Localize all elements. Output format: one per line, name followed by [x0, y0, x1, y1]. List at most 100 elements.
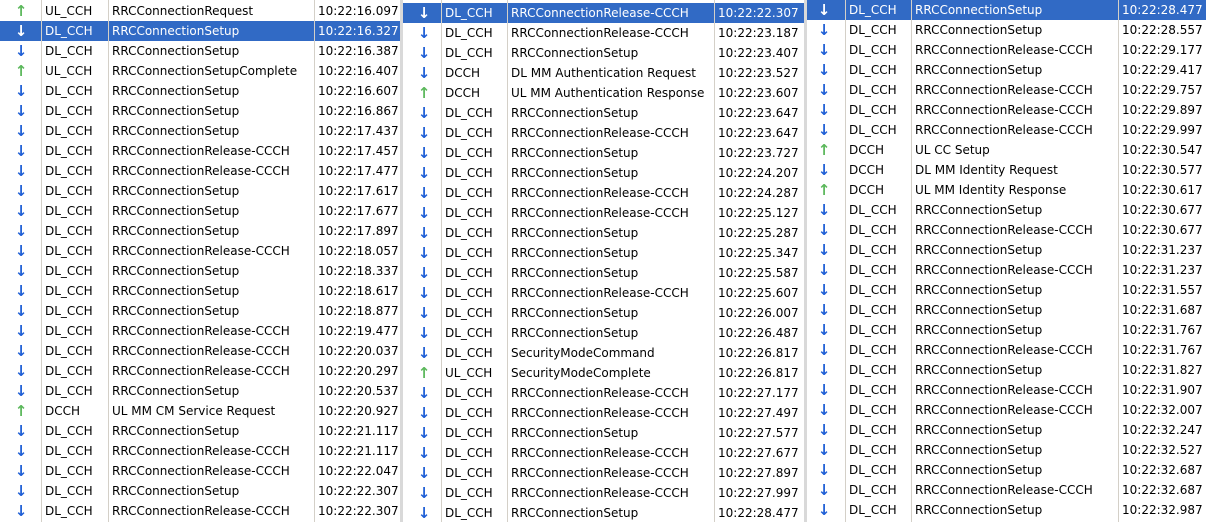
message-row[interactable]: ↓ DL_CCH RRCConnectionRelease-CCCH 10:22:27…	[403, 383, 804, 403]
message-row[interactable]: ↓ DL_CCH RRCConnectionSetup 10:22:29.417	[807, 60, 1206, 80]
message-row[interactable]: ↓ DL_CCH RRCConnectionSetup 10:22:17.897	[0, 221, 400, 241]
message-row[interactable]: ↓ DCCH DL MM Authentication Request 10:22:2…	[403, 63, 804, 83]
message-row[interactable]: ↑ UL_CCH RRCConnectionSetupComplete 10:22:1…	[0, 61, 400, 81]
message-row[interactable]: ↓ DL_CCH RRCConnectionRelease-CCCH 10:22:18…	[0, 241, 400, 261]
message-row[interactable]: ↓ DL_CCH RRCConnectionRelease-CCCH 10:22:20…	[0, 341, 400, 361]
message-row[interactable]: ↓ DL_CCH RRCConnectionSetup 10:22:25.587	[403, 263, 804, 283]
message-row[interactable]: ↓ DL_CCH RRCConnectionSetup 10:22:28.477	[403, 503, 804, 522]
message-row[interactable]: ↓ DL_CCH RRCConnectionRelease-CCCH 10:22:31…	[807, 380, 1206, 400]
message-row[interactable]: ↓ DL_CCH RRCConnectionSetup 10:22:26.487	[403, 323, 804, 343]
message-row[interactable]: ↑ DCCH UL MM Identity Response 10:22:30.617	[807, 180, 1206, 200]
message-row[interactable]: ↓ DL_CCH RRCConnectionSetup 10:22:17.617	[0, 181, 400, 201]
direction-icon-cell: ↓	[813, 40, 835, 60]
message-row[interactable]: ↓ DL_CCH RRCConnectionRelease-CCCH 10:22:17…	[0, 141, 400, 161]
message-row[interactable]: ↓ DL_CCH RRCConnectionRelease-CCCH 10:22:27…	[403, 403, 804, 423]
message-row[interactable]: ↓ DL_CCH RRCConnectionSetup 10:22:17.677	[0, 201, 400, 221]
direction-icon-cell: ↓	[813, 280, 835, 300]
message-row[interactable]: ↑ UL_CCH RRCConnectionRequest 10:22:16.097	[0, 1, 400, 21]
message-row[interactable]: ↑ DCCH UL CC Setup 10:22:30.547	[807, 140, 1206, 160]
message-row[interactable]: ↓ DL_CCH RRCConnectionRelease-CCCH 10:22:19…	[0, 321, 400, 341]
message-row[interactable]: ↑ DCCH UL MM CM Service Request 10:22:20.92…	[0, 401, 400, 421]
message-log-panel-2: ↓ DL_CCH RRCConnectionRelease-CCCH 10:22:22…	[403, 0, 804, 522]
message-cell: RRCConnectionSetup	[112, 484, 240, 498]
message-row[interactable]: ↓ DL_CCH RRCConnectionSetup 10:22:25.347	[403, 243, 804, 263]
message-row[interactable]: ↓ DL_CCH RRCConnectionRelease-CCCH 10:22:31…	[807, 260, 1206, 280]
message-row[interactable]: ↓ DL_CCH RRCConnectionSetup 10:22:31.557	[807, 280, 1206, 300]
message-row[interactable]: ↓ DL_CCH RRCConnectionRelease-CCCH 10:22:29…	[807, 100, 1206, 120]
message-row[interactable]: ↓ DL_CCH RRCConnectionSetup 10:22:24.207	[403, 163, 804, 183]
timestamp-cell: 10:22:23.187	[718, 26, 799, 40]
message-row[interactable]: ↓ DL_CCH RRCConnectionSetup 10:22:26.007	[403, 303, 804, 323]
message-row[interactable]: ↓ DL_CCH RRCConnectionRelease-CCCH 10:22:17…	[0, 161, 400, 181]
message-row[interactable]: ↓ DL_CCH RRCConnectionSetup 10:22:32.247	[807, 420, 1206, 440]
message-row[interactable]: ↓ DL_CCH RRCConnectionSetup 10:22:18.617	[0, 281, 400, 301]
message-row[interactable]: ↓ DL_CCH RRCConnectionSetup 10:22:16.387	[0, 41, 400, 61]
timestamp-cell: 10:22:27.997	[718, 486, 799, 500]
timestamp-cell: 10:22:16.867	[318, 104, 399, 118]
message-row[interactable]: ↓ DL_CCH RRCConnectionRelease-CCCH 10:22:29…	[807, 40, 1206, 60]
message-row[interactable]: ↓ DL_CCH RRCConnectionRelease-CCCH 10:22:27…	[403, 463, 804, 483]
message-row[interactable]: ↓ DL_CCH RRCConnectionRelease-CCCH 10:22:25…	[403, 203, 804, 223]
message-row[interactable]: ↓ DL_CCH RRCConnectionSetup 10:22:30.677	[807, 200, 1206, 220]
message-cell: RRCConnectionSetup	[915, 283, 1043, 297]
message-cell: RRCConnectionSetup	[112, 44, 240, 58]
message-row[interactable]: ↓ DL_CCH RRCConnectionSetup 10:22:28.477	[807, 0, 1206, 20]
message-row[interactable]: ↓ DL_CCH RRCConnectionRelease-CCCH 10:22:24…	[403, 183, 804, 203]
message-cell: RRCConnectionSetup	[112, 184, 240, 198]
message-row[interactable]: ↓ DL_CCH RRCConnectionSetup 10:22:31.827	[807, 360, 1206, 380]
message-row[interactable]: ↑ UL_CCH SecurityModeComplete 10:22:26.817	[403, 363, 804, 383]
message-row[interactable]: ↓ DL_CCH RRCConnectionRelease-CCCH 10:22:29…	[807, 120, 1206, 140]
message-row[interactable]: ↓ DL_CCH RRCConnectionRelease-CCCH 10:22:27…	[403, 443, 804, 463]
message-row[interactable]: ↓ DL_CCH RRCConnectionRelease-CCCH 10:22:29…	[807, 80, 1206, 100]
channel-cell: DL_CCH	[849, 383, 897, 397]
arrow-down-icon: ↓	[14, 42, 28, 60]
direction-icon-cell: ↓	[413, 303, 435, 323]
message-row[interactable]: ↓ DL_CCH RRCConnectionSetup 10:22:16.607	[0, 81, 400, 101]
message-row[interactable]: ↓ DL_CCH RRCConnectionSetup 10:22:16.327	[0, 21, 400, 41]
arrow-down-icon: ↓	[817, 501, 831, 519]
message-row[interactable]: ↓ DL_CCH RRCConnectionRelease-CCCH 10:22:25…	[403, 283, 804, 303]
channel-cell: DL_CCH	[445, 26, 493, 40]
message-row[interactable]: ↓ DL_CCH SecurityModeCommand 10:22:26.817	[403, 343, 804, 363]
message-row[interactable]: ↓ DL_CCH RRCConnectionRelease-CCCH 10:22:23…	[403, 123, 804, 143]
message-row[interactable]: ↓ DL_CCH RRCConnectionSetup 10:22:16.867	[0, 101, 400, 121]
message-row[interactable]: ↓ DL_CCH RRCConnectionSetup 10:22:18.337	[0, 261, 400, 281]
channel-cell: DCCH	[849, 163, 885, 177]
message-row[interactable]: ↑ DCCH UL MM Authentication Response 10:22:…	[403, 83, 804, 103]
message-row[interactable]: ↓ DL_CCH RRCConnectionRelease-CCCH 10:22:32…	[807, 400, 1206, 420]
message-cell: RRCConnectionRelease-CCCH	[112, 244, 290, 258]
message-row[interactable]: ↓ DL_CCH RRCConnectionSetup 10:22:32.987	[807, 500, 1206, 520]
message-row[interactable]: ↓ DL_CCH RRCConnectionSetup 10:22:18.877	[0, 301, 400, 321]
message-row[interactable]: ↓ DCCH DL MM Identity Request 10:22:30.577	[807, 160, 1206, 180]
message-row[interactable]: ↓ DL_CCH RRCConnectionSetup 10:22:23.407	[403, 43, 804, 63]
message-row[interactable]: ↓ DL_CCH RRCConnectionRelease-CCCH 10:22:20…	[0, 361, 400, 381]
arrow-down-icon: ↓	[817, 421, 831, 439]
channel-cell: DL_CCH	[849, 343, 897, 357]
message-row[interactable]: ↓ DL_CCH RRCConnectionSetup 10:22:31.767	[807, 320, 1206, 340]
message-row[interactable]: ↓ DL_CCH RRCConnectionSetup 10:22:31.687	[807, 300, 1206, 320]
message-row[interactable]: ↓ DL_CCH RRCConnectionSetup 10:22:23.727	[403, 143, 804, 163]
message-row[interactable]: ↓ DL_CCH RRCConnectionSetup 10:22:20.537	[0, 381, 400, 401]
message-row[interactable]: ↓ DL_CCH RRCConnectionRelease-CCCH 10:22:30…	[807, 220, 1206, 240]
message-row[interactable]: ↓ DL_CCH RRCConnectionRelease-CCCH 10:22:23…	[403, 23, 804, 43]
message-row[interactable]: ↓ DL_CCH RRCConnectionRelease-CCCH 10:22:22…	[403, 3, 804, 23]
message-row[interactable]: ↓ DL_CCH RRCConnectionSetup 10:22:21.117	[0, 421, 400, 441]
message-row[interactable]: ↓ DL_CCH RRCConnectionSetup 10:22:17.437	[0, 121, 400, 141]
message-row[interactable]: ↓ DL_CCH RRCConnectionRelease-CCCH 10:22:22…	[0, 501, 400, 521]
message-row[interactable]: ↓ DL_CCH RRCConnectionRelease-CCCH 10:22:27…	[403, 483, 804, 503]
message-row[interactable]: ↓ DL_CCH RRCConnectionSetup 10:22:27.577	[403, 423, 804, 443]
message-row[interactable]: ↓ DL_CCH RRCConnectionSetup 10:22:31.237	[807, 240, 1206, 260]
channel-cell: DCCH	[849, 183, 885, 197]
message-row[interactable]: ↓ DL_CCH RRCConnectionRelease-CCCH 10:22:31…	[807, 340, 1206, 360]
message-row[interactable]: ↓ DL_CCH RRCConnectionSetup 10:22:32.687	[807, 460, 1206, 480]
message-row[interactable]: ↓ DL_CCH RRCConnectionRelease-CCCH 10:22:22…	[0, 461, 400, 481]
message-row[interactable]: ↓ DL_CCH RRCConnectionRelease-CCCH 10:22:21…	[0, 441, 400, 461]
arrow-down-icon: ↓	[14, 442, 28, 460]
message-row[interactable]: ↓ DL_CCH RRCConnectionSetup 10:22:22.307	[0, 481, 400, 501]
message-row[interactable]: ↓ DL_CCH RRCConnectionSetup 10:22:25.287	[403, 223, 804, 243]
message-row[interactable]: ↓ DL_CCH RRCConnectionSetup 10:22:28.557	[807, 20, 1206, 40]
channel-cell: DL_CCH	[45, 304, 93, 318]
message-row[interactable]: ↓ DL_CCH RRCConnectionSetup 10:22:32.527	[807, 440, 1206, 460]
message-row[interactable]: ↓ DL_CCH RRCConnectionSetup 10:22:23.647	[403, 103, 804, 123]
message-row[interactable]: ↓ DL_CCH RRCConnectionRelease-CCCH 10:22:32…	[807, 480, 1206, 500]
